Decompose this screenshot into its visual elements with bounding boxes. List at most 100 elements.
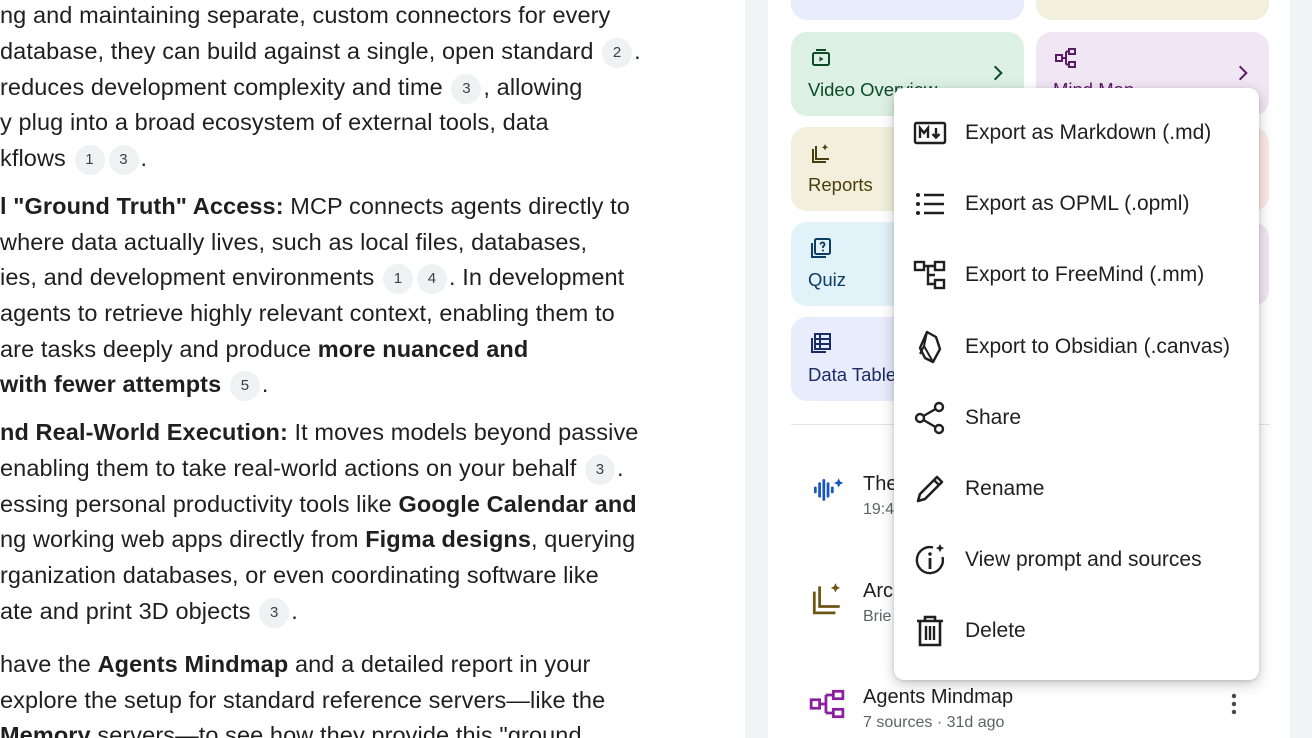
bold-text: more nuanced and bbox=[317, 336, 529, 362]
obsidian-icon bbox=[918, 330, 942, 363]
response-line: are tasks deeply and produce more nuance… bbox=[0, 336, 528, 363]
text: where data actually lives, such as local… bbox=[0, 229, 588, 255]
menu-item-label: Export as OPML (.opml) bbox=[965, 192, 1190, 216]
menu-item-pencil[interactable]: Rename bbox=[894, 455, 1259, 526]
pencil-icon bbox=[916, 475, 944, 503]
text: are tasks deeply and produce bbox=[0, 336, 318, 362]
note-title: The bbox=[863, 473, 898, 495]
response-line: essing personal productivity tools like … bbox=[0, 491, 637, 518]
text: reduces development complexity and time bbox=[0, 74, 450, 100]
text: . In development bbox=[448, 264, 625, 290]
menu-item-label: Export to Obsidian (.canvas) bbox=[965, 334, 1230, 358]
studio-card-label: Slide Deck bbox=[1053, 0, 1141, 5]
response-line: database, they can build against a singl… bbox=[0, 38, 641, 68]
response-line: reduces development complexity and time … bbox=[0, 74, 582, 104]
note-title: Agents Mindmap bbox=[863, 686, 1014, 708]
chevron-right-icon bbox=[1238, 65, 1248, 81]
data-table-icon bbox=[811, 333, 831, 353]
bold-text: nd Real-World Execution: bbox=[0, 419, 288, 445]
response-line: enabling them to take real-world actions… bbox=[0, 455, 624, 485]
list-icon bbox=[913, 187, 947, 221]
mind-map-icon bbox=[1055, 48, 1076, 68]
citation-chip[interactable]: 3 bbox=[108, 145, 139, 175]
quiz-icon bbox=[809, 236, 833, 260]
citation-chip[interactable]: 1 bbox=[382, 264, 413, 294]
tree-icon bbox=[913, 258, 947, 292]
text: ate and print 3D objects bbox=[0, 598, 258, 624]
response-line: rganization databases, or even coordinat… bbox=[0, 562, 599, 589]
citation-chip[interactable]: 3 bbox=[585, 455, 615, 485]
text: have the bbox=[0, 651, 98, 677]
mind-map-icon bbox=[1054, 46, 1078, 70]
text: . bbox=[291, 598, 298, 624]
response-line: have the Agents Mindmap and a detailed r… bbox=[0, 651, 590, 678]
menu-item-tree[interactable]: Export to FreeMind (.mm) bbox=[894, 241, 1259, 312]
tree-icon bbox=[913, 261, 946, 290]
text: servers—to see how they provide this "gr… bbox=[90, 722, 582, 738]
studio-card-audio-overview[interactable]: Audio Overview bbox=[791, 0, 1024, 20]
info-sparkle-icon bbox=[915, 544, 945, 575]
studio-card-slide-deck[interactable]: Slide Deck bbox=[1036, 0, 1269, 20]
video-overview-icon bbox=[809, 46, 833, 70]
response-line: l "Ground Truth" Access: MCP connects ag… bbox=[0, 193, 630, 220]
note-subtitle: 19:4 bbox=[863, 501, 895, 518]
citation-chip[interactable]: 4 bbox=[416, 264, 447, 294]
text: rganization databases, or even coordinat… bbox=[0, 562, 599, 588]
bold-text: with fewer attempts bbox=[0, 371, 222, 397]
more-options-button[interactable] bbox=[1230, 692, 1238, 716]
menu-item-obsidian[interactable]: Export to Obsidian (.canvas) bbox=[894, 313, 1259, 384]
report-note-icon bbox=[809, 580, 845, 616]
share-icon bbox=[913, 401, 947, 435]
studio-card-label: Data Table bbox=[808, 364, 897, 385]
text: , querying bbox=[531, 526, 636, 552]
trash-icon bbox=[917, 616, 943, 647]
bold-text: Figma designs bbox=[365, 526, 532, 552]
menu-item-label: Export to FreeMind (.mm) bbox=[965, 263, 1205, 287]
chat-response: ng and maintaining separate, custom conn… bbox=[0, 0, 745, 738]
menu-item-label: View prompt and sources bbox=[965, 548, 1202, 572]
reports-icon bbox=[809, 141, 833, 165]
menu-item-trash[interactable]: Delete bbox=[894, 597, 1259, 668]
share-icon bbox=[914, 401, 945, 434]
text: kflows bbox=[0, 145, 73, 171]
data-table-icon bbox=[809, 331, 833, 355]
response-line: ng working web apps directly from Figma … bbox=[0, 526, 635, 553]
note-title: Arc bbox=[863, 580, 893, 602]
response-line: nd Real-World Execution: It moves models… bbox=[0, 419, 638, 446]
citation-chip[interactable]: 3 bbox=[259, 598, 290, 628]
citation-chip[interactable]: 5 bbox=[229, 371, 260, 401]
audio-note-icon bbox=[813, 478, 844, 501]
studio-card-label: Audio Overview bbox=[808, 0, 938, 5]
text: . bbox=[140, 145, 148, 171]
menu-item-label: Share bbox=[965, 405, 1022, 429]
text: . bbox=[617, 455, 624, 481]
list-icon bbox=[916, 193, 944, 216]
citation-chip[interactable]: 3 bbox=[451, 74, 482, 104]
response-line: ng and maintaining separate, custom conn… bbox=[0, 2, 610, 29]
note-subtitle: 7 sources · 31d ago bbox=[863, 714, 1005, 731]
text bbox=[221, 371, 228, 397]
response-line: where data actually lives, such as local… bbox=[0, 229, 587, 256]
mindmap-note-icon bbox=[809, 686, 845, 722]
audio-note-icon bbox=[809, 473, 845, 509]
trash-icon bbox=[913, 614, 947, 648]
markdown-icon bbox=[913, 121, 947, 145]
text: , allowing bbox=[483, 74, 583, 100]
menu-item-list[interactable]: Export as OPML (.opml) bbox=[894, 170, 1259, 241]
note-context-menu: Export as Markdown (.md) Export as OPML (… bbox=[894, 88, 1259, 680]
text: ng working web apps directly from bbox=[0, 526, 366, 552]
response-line: y plug into a broad ecosystem of externa… bbox=[0, 109, 549, 136]
quiz-icon bbox=[811, 238, 831, 258]
studio-note-item[interactable]: Agents Mindmap 7 sources · 31d ago bbox=[791, 686, 1270, 738]
chevron-right-icon bbox=[993, 65, 1003, 81]
menu-item-info-sparkle[interactable]: View prompt and sources bbox=[894, 526, 1259, 597]
video-overview-icon bbox=[812, 49, 830, 66]
citation-chip[interactable]: 2 bbox=[602, 38, 633, 68]
note-subtitle: Brie bbox=[863, 608, 892, 625]
menu-item-share[interactable]: Share bbox=[894, 384, 1259, 455]
menu-item-label: Export as Markdown (.md) bbox=[965, 121, 1212, 144]
text: agents to retrieve highly relevant conte… bbox=[0, 300, 615, 326]
citation-chip[interactable]: 1 bbox=[74, 145, 105, 175]
menu-item-markdown[interactable]: Export as Markdown (.md) bbox=[894, 99, 1259, 170]
mindmap-note-icon bbox=[809, 689, 845, 719]
